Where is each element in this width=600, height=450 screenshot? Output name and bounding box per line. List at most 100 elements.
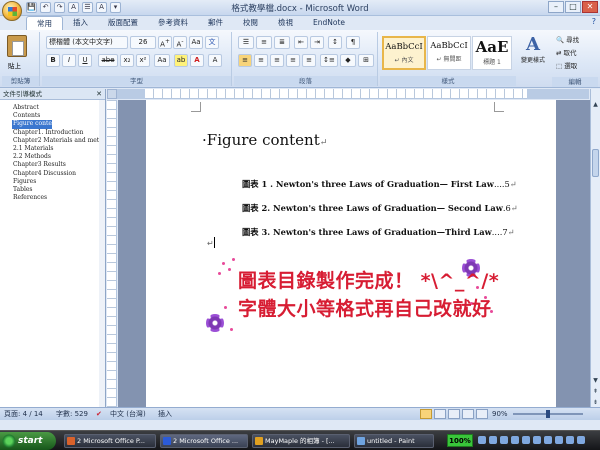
figure-entry-3[interactable]: 圖表 3. Newton's three Laws of Graduation—…	[242, 226, 515, 238]
zoom-level[interactable]: 90%	[492, 409, 508, 420]
align-left-icon[interactable]: ≡	[238, 54, 252, 67]
horizontal-ruler[interactable]	[117, 89, 589, 99]
align-center-icon[interactable]: ≡	[254, 54, 268, 67]
tab-endnote[interactable]: EndNote	[303, 16, 355, 30]
nav-item-figures[interactable]: Figures	[13, 178, 105, 186]
minimize-button[interactable]: –	[548, 1, 564, 13]
battery-indicator[interactable]: 100%	[447, 434, 473, 447]
vertical-ruler[interactable]	[107, 100, 117, 407]
network-icon[interactable]	[478, 436, 486, 444]
zoom-slider[interactable]	[513, 410, 583, 418]
start-button[interactable]: start	[0, 432, 56, 450]
tab-home[interactable]: 常用	[26, 16, 63, 30]
shrink-font-icon[interactable]: A-	[173, 36, 187, 49]
tab-page-layout[interactable]: 版面配置	[98, 16, 148, 30]
bullets-icon[interactable]: ☰	[238, 36, 254, 49]
display-icon[interactable]	[533, 436, 541, 444]
font-color-button[interactable]: A	[190, 54, 204, 67]
style-no-spacing[interactable]: AaBbCcI ↵ 無間距	[427, 36, 471, 70]
phonetic-icon[interactable]: 文	[205, 36, 219, 49]
document-page[interactable]: ·Figure content↵ 圖表 1 . Newton's three L…	[146, 100, 556, 407]
change-case-button[interactable]: Aa	[154, 54, 170, 67]
vertical-scrollbar[interactable]: ▲ ▼ ⇞ ⇟	[590, 89, 600, 407]
line-spacing-icon[interactable]: ↕≡	[320, 54, 338, 67]
underline-button[interactable]: U	[78, 54, 92, 67]
align-right-icon[interactable]: ≡	[270, 54, 284, 67]
notification-icon[interactable]	[555, 436, 563, 444]
scroll-up-icon[interactable]: ▲	[591, 100, 600, 109]
nav-item-methods[interactable]: 2.2 Methods	[13, 153, 105, 161]
change-styles-button[interactable]: A 變更樣式	[520, 34, 546, 64]
taskbar-item-paint[interactable]: untitled - Paint	[354, 434, 434, 448]
volume-icon[interactable]	[489, 436, 497, 444]
power-icon[interactable]	[566, 436, 574, 444]
multilevel-list-icon[interactable]: ≣	[274, 36, 290, 49]
clock-icon[interactable]	[577, 436, 585, 444]
insert-mode-indicator[interactable]: 插入	[158, 409, 172, 420]
taskbar-item-browser[interactable]: MayMaple 的相簿 - [...	[252, 434, 350, 448]
nav-item-chapter2[interactable]: Chapter2 Materials and methods	[13, 137, 105, 145]
taskbar-item-powerpoint[interactable]: 2 Microsoft Office P...	[64, 434, 156, 448]
language-indicator[interactable]: 中文 (台灣)	[110, 409, 146, 420]
office-button[interactable]	[2, 1, 22, 21]
italic-button[interactable]: I	[62, 54, 76, 67]
find-button[interactable]: 🔍 尋找	[556, 34, 579, 44]
replace-button[interactable]: ⇄ 取代	[556, 47, 577, 57]
font-size-select[interactable]: 26	[130, 36, 156, 49]
tab-references[interactable]: 參考資料	[148, 16, 198, 30]
nav-item-chapter3[interactable]: Chapter3 Results	[13, 161, 105, 169]
full-screen-reading-icon[interactable]	[434, 409, 446, 419]
bluetooth-icon[interactable]	[544, 436, 552, 444]
scroll-thumb[interactable]	[592, 149, 599, 177]
highlight-icon[interactable]: ab	[174, 54, 188, 67]
strikethrough-button[interactable]: abe	[98, 54, 118, 67]
input-method-icon[interactable]	[500, 436, 508, 444]
tab-review[interactable]: 校閱	[233, 16, 268, 30]
proofing-icon[interactable]: ✔	[96, 409, 102, 420]
tab-view[interactable]: 檢視	[268, 16, 303, 30]
justify-icon[interactable]: ≡	[286, 54, 300, 67]
subscript-button[interactable]: x₂	[120, 54, 134, 67]
next-page-icon[interactable]: ⇟	[591, 398, 600, 407]
sort-icon[interactable]: ↕	[328, 36, 342, 49]
figure-entry-2[interactable]: 圖表 2. Newton's three Laws of Graduation—…	[242, 202, 518, 214]
nav-item-chapter1[interactable]: Chapter1. Introduction	[13, 129, 105, 137]
draft-view-icon[interactable]	[476, 409, 488, 419]
nav-item-figure-content[interactable]: Figure content	[12, 120, 52, 129]
previous-page-icon[interactable]: ⇞	[591, 387, 600, 396]
decrease-indent-icon[interactable]: ⇤	[294, 36, 308, 49]
nav-item-tables[interactable]: Tables	[13, 186, 105, 194]
web-layout-icon[interactable]	[448, 409, 460, 419]
page-count[interactable]: 頁面: 4 / 14	[4, 409, 43, 420]
style-normal[interactable]: AaBbCcI ↵ 內文	[382, 36, 426, 70]
font-name-select[interactable]: 標楷體 (本文中文字)	[46, 36, 128, 49]
nav-item-contents[interactable]: Contents	[13, 112, 105, 120]
char-border-icon[interactable]: A	[208, 54, 222, 67]
paste-icon[interactable]	[7, 35, 27, 57]
tab-selector[interactable]	[107, 89, 117, 99]
tab-mailings[interactable]: 郵件	[198, 16, 233, 30]
outline-view-icon[interactable]	[462, 409, 474, 419]
word-count[interactable]: 字數: 529	[56, 409, 88, 420]
distributed-icon[interactable]: ≡	[302, 54, 316, 67]
superscript-button[interactable]: x²	[136, 54, 150, 67]
grow-font-icon[interactable]: A+	[158, 36, 172, 49]
select-button[interactable]: ⬚ 選取	[556, 60, 577, 70]
close-button[interactable]: ✕	[582, 1, 598, 13]
update-icon[interactable]	[522, 436, 530, 444]
bold-button[interactable]: B	[46, 54, 60, 67]
print-layout-icon[interactable]	[420, 409, 432, 419]
numbering-icon[interactable]: ≡	[256, 36, 272, 49]
increase-indent-icon[interactable]: ⇥	[310, 36, 324, 49]
help-icon[interactable]: ?	[592, 17, 596, 26]
security-icon[interactable]	[511, 436, 519, 444]
nav-item-chapter4[interactable]: Chapter4 Discussion	[13, 170, 105, 178]
paste-button[interactable]: 貼上	[8, 60, 21, 70]
nav-item-materials[interactable]: 2.1 Materials	[13, 145, 105, 153]
figure-entry-1[interactable]: 圖表 1 . Newton's three Laws of Graduation…	[242, 178, 517, 190]
taskbar-item-word[interactable]: 2 Microsoft Office ...	[160, 434, 248, 448]
nav-item-references[interactable]: References	[13, 194, 105, 202]
style-heading-1[interactable]: AaE 標題 1	[472, 36, 512, 70]
scroll-down-icon[interactable]: ▼	[591, 376, 600, 385]
maximize-button[interactable]: □	[565, 1, 581, 13]
